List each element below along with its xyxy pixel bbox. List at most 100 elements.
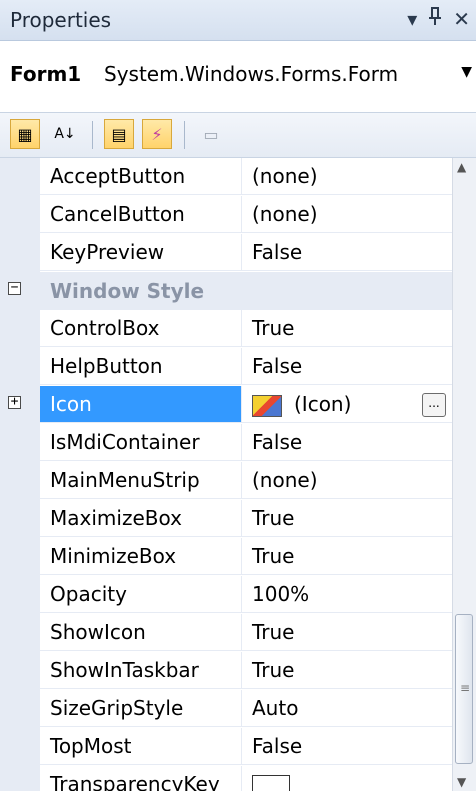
property-row[interactable]: MinimizeBox True [0,538,452,576]
property-value[interactable]: 100% [241,576,452,613]
object-name: Form1 [10,62,82,86]
panel-title: Properties [10,8,112,32]
property-pages-button[interactable]: ▭ [196,119,226,149]
property-row[interactable]: TransparencyKey [0,766,452,791]
property-value[interactable]: True [241,614,452,651]
property-row[interactable]: MainMenuStrip (none) [0,462,452,500]
row-gutter [0,196,40,234]
property-row[interactable]: TopMost False [0,728,452,766]
ellipsis-button[interactable]: ... [422,393,446,417]
row-gutter [0,462,40,500]
scroll-down-icon[interactable]: ▼ [457,775,466,789]
property-name[interactable]: CancelButton [40,196,241,233]
alphabetical-sort-icon: A↓ [54,126,76,142]
property-row[interactable]: KeyPreview False [0,234,452,272]
object-selector[interactable]: Form1 System.Windows.Forms.Form ▼ [0,54,476,94]
category-label: Window Style [50,279,205,303]
property-value[interactable]: True [241,538,452,575]
toolbar: ▦ A↓ ▤ ⚡ ▭ [0,112,476,158]
row-gutter [0,614,40,652]
row-gutter [0,538,40,576]
property-value[interactable] [241,766,452,791]
chevron-down-icon[interactable]: ▼ [461,64,472,80]
property-row[interactable]: MaximizeBox True [0,500,452,538]
property-value[interactable]: False [241,424,452,461]
alphabetical-button[interactable]: A↓ [50,119,80,149]
property-name[interactable]: KeyPreview [40,234,241,271]
property-name[interactable]: ShowIcon [40,614,241,651]
property-row-selected[interactable]: + Icon (Icon) ... [0,386,452,424]
property-row[interactable]: CancelButton (none) [0,196,452,234]
row-gutter [0,690,40,728]
row-gutter [0,500,40,538]
property-name[interactable]: IsMdiContainer [40,424,241,461]
pin-icon[interactable] [427,4,443,34]
pin-glyph [429,7,442,25]
events-button[interactable]: ⚡ [142,119,172,149]
property-value[interactable]: True [241,310,452,347]
property-row[interactable]: IsMdiContainer False [0,424,452,462]
toolbar-separator [184,121,185,149]
property-name[interactable]: MaximizeBox [40,500,241,537]
icon-preview [252,394,282,417]
properties-button[interactable]: ▤ [104,119,134,149]
category-row[interactable]: − Window Style [0,272,452,310]
scroll-thumb[interactable]: ≡ [455,614,473,764]
vertical-scrollbar[interactable]: ▲ ≡ ▼ [452,158,476,791]
property-name[interactable]: ControlBox [40,310,241,347]
property-value[interactable]: (Icon) ... [241,386,452,423]
title-bar: Properties ▾ ✕ [0,0,476,41]
property-name[interactable]: ShowInTaskbar [40,652,241,689]
object-type: System.Windows.Forms.Form [104,62,399,86]
row-gutter [0,234,40,272]
property-value[interactable]: (none) [241,196,452,233]
property-name[interactable]: HelpButton [40,348,241,385]
property-value[interactable]: True [241,500,452,537]
property-value[interactable]: False [241,348,452,385]
property-name[interactable]: AcceptButton [40,158,241,195]
property-grid: AcceptButton (none) CancelButton (none) … [0,158,452,791]
property-row[interactable]: Opacity 100% [0,576,452,614]
expand-icon[interactable]: + [8,395,21,409]
property-pages-icon: ▭ [203,124,219,144]
properties-icon: ▤ [111,124,127,144]
property-name[interactable]: TopMost [40,728,241,765]
window-position-dropdown-icon[interactable]: ▾ [407,4,417,34]
categorized-button[interactable]: ▦ [10,119,40,149]
row-gutter [0,576,40,614]
property-name[interactable]: Opacity [40,576,241,613]
property-row[interactable]: ShowIcon True [0,614,452,652]
property-name[interactable]: MinimizeBox [40,538,241,575]
property-name[interactable]: MainMenuStrip [40,462,241,499]
row-gutter [0,652,40,690]
property-row[interactable]: HelpButton False [0,348,452,386]
property-row[interactable]: ControlBox True [0,310,452,348]
row-gutter [0,424,40,462]
icon-value-text: (Icon) [294,392,352,416]
lightning-icon: ⚡ [151,124,163,144]
property-value[interactable]: Auto [241,690,452,727]
row-gutter [0,158,40,196]
properties-panel: Properties ▾ ✕ Form1 System.Windows.Form… [0,0,476,791]
property-value[interactable]: False [241,234,452,271]
row-gutter [0,728,40,766]
property-name[interactable]: Icon [40,386,241,423]
row-gutter [0,310,40,348]
collapse-icon[interactable]: − [8,281,21,295]
property-value[interactable]: (none) [241,158,452,195]
property-value[interactable]: False [241,728,452,765]
color-swatch [252,775,290,791]
property-row[interactable]: AcceptButton (none) [0,158,452,196]
property-row[interactable]: SizeGripStyle Auto [0,690,452,728]
scroll-up-icon[interactable]: ▲ [457,160,466,174]
close-icon[interactable]: ✕ [453,4,470,34]
property-value[interactable]: True [241,652,452,689]
categorized-icon: ▦ [17,124,33,144]
row-gutter [0,348,40,386]
property-value[interactable]: (none) [241,462,452,499]
property-name[interactable]: SizeGripStyle [40,690,241,727]
title-tools: ▾ ✕ [407,4,470,34]
property-row[interactable]: ShowInTaskbar True [0,652,452,690]
row-gutter [0,766,40,791]
property-name[interactable]: TransparencyKey [40,766,241,791]
